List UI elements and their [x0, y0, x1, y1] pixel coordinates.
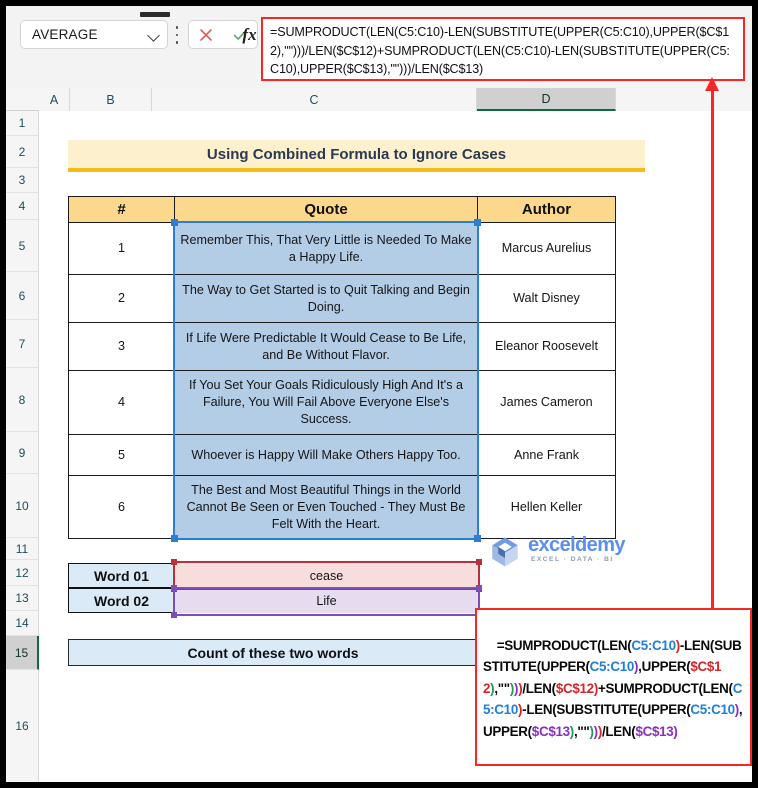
table-row[interactable]: 3 — [68, 322, 175, 371]
row-header-1[interactable]: 1 — [6, 111, 39, 136]
table-row[interactable]: Walt Disney — [477, 274, 616, 323]
column-header-blank[interactable] — [616, 88, 752, 111]
row-header-13[interactable]: 13 — [6, 586, 39, 611]
table-row[interactable]: 1 — [68, 222, 175, 275]
count-label: Count of these two words — [68, 639, 478, 666]
row-header-16[interactable]: 16 — [6, 670, 39, 782]
table-header-quote: Quote — [174, 196, 478, 223]
table-row[interactable]: Marcus Aurelius — [477, 222, 616, 275]
table-row[interactable]: 6 — [68, 475, 175, 539]
table-row[interactable]: 5 — [68, 434, 175, 476]
row-header-3[interactable]: 3 — [6, 168, 39, 193]
word-01-label: Word 01 — [68, 563, 175, 588]
chevron-down-icon[interactable] — [147, 28, 161, 42]
table-row[interactable]: 4 — [68, 370, 175, 435]
table-row[interactable]: 2 — [68, 274, 175, 323]
exceldemy-logo: exceldemy EXCEL · DATA · BI — [484, 533, 626, 573]
row-header-4[interactable]: 4 — [6, 193, 39, 220]
row-header-12[interactable]: 12 — [6, 560, 39, 586]
name-box-tab — [140, 12, 170, 17]
window-frame-top — [0, 0, 758, 6]
formula-input[interactable]: =SUMPRODUCT(LEN(C5:C10)-LEN(SUBSTITUTE(U… — [261, 17, 745, 81]
table-row[interactable]: If You Set Your Goals Ridiculously High … — [174, 370, 478, 435]
cancel-x-icon[interactable] — [197, 26, 215, 44]
word-02-value[interactable]: Life — [175, 588, 478, 613]
row-header-7[interactable]: 7 — [6, 320, 39, 368]
row-header-2[interactable]: 2 — [6, 136, 39, 168]
table-row[interactable]: Remember This, That Very Little is Neede… — [174, 222, 478, 275]
row-header-15[interactable]: 15 — [6, 636, 39, 670]
column-header-d[interactable]: D — [477, 88, 616, 111]
table-row[interactable]: The Best and Most Beautiful Things in th… — [174, 475, 478, 539]
row-header-10[interactable]: 10 — [6, 474, 39, 538]
logo-tagline: EXCEL · DATA · BI — [531, 556, 614, 563]
table-header-number: # — [68, 196, 175, 223]
table-row[interactable]: If Life Were Predictable It Would Cease … — [174, 322, 478, 371]
column-header-b[interactable]: B — [70, 88, 152, 111]
table-row[interactable]: Whoever is Happy Will Make Others Happy … — [174, 434, 478, 476]
table-row[interactable]: Hellen Keller — [477, 475, 616, 539]
row-header-11[interactable]: 11 — [6, 538, 39, 560]
insert-function-icon[interactable]: fx — [235, 20, 264, 49]
row-header-6[interactable]: 6 — [6, 272, 39, 320]
table-row[interactable]: Anne Frank — [477, 434, 616, 476]
row-header-5[interactable]: 5 — [6, 220, 39, 272]
window-frame-bottom — [0, 782, 758, 788]
row-header-14[interactable]: 14 — [6, 611, 39, 636]
result-formula-text: =SUMPRODUCT(LEN(C5:C10)-LEN(SUBSTITUTE(U… — [483, 637, 743, 739]
name-box-value: AVERAGE — [32, 27, 98, 42]
row-header-9[interactable]: 9 — [6, 432, 39, 474]
name-box[interactable]: AVERAGE — [20, 20, 168, 49]
table-row[interactable]: Eleanor Roosevelt — [477, 322, 616, 371]
window-frame-right — [752, 0, 758, 788]
table-row[interactable]: The Way to Get Started is to Quit Talkin… — [174, 274, 478, 323]
table-row[interactable]: James Cameron — [477, 370, 616, 435]
column-header-c[interactable]: C — [152, 88, 477, 111]
result-formula-cell[interactable]: =SUMPRODUCT(LEN(C5:C10)-LEN(SUBSTITUTE(U… — [475, 608, 752, 766]
excel-window: AVERAGE fx =SUMPRODUCT(LEN(C5:C10)-LEN(S… — [0, 0, 758, 788]
word-01-value[interactable]: cease — [175, 563, 478, 588]
logo-wordmark: exceldemy — [528, 534, 626, 556]
exceldemy-cube-icon — [492, 537, 518, 567]
title-banner: Using Combined Formula to Ignore Cases — [68, 140, 645, 172]
annotation-arrow-line — [711, 86, 714, 608]
word-02-label: Word 02 — [68, 588, 175, 613]
column-header-a[interactable]: A — [39, 88, 70, 111]
more-options-icon[interactable] — [175, 26, 179, 44]
column-headers: A B C D — [6, 88, 752, 111]
window-frame-left — [0, 0, 6, 788]
annotation-arrow-head — [705, 77, 719, 91]
formula-bar-area: AVERAGE fx =SUMPRODUCT(LEN(C5:C10)-LEN(S… — [6, 6, 752, 88]
row-header-8[interactable]: 8 — [6, 368, 39, 432]
table-header-author: Author — [477, 196, 616, 223]
